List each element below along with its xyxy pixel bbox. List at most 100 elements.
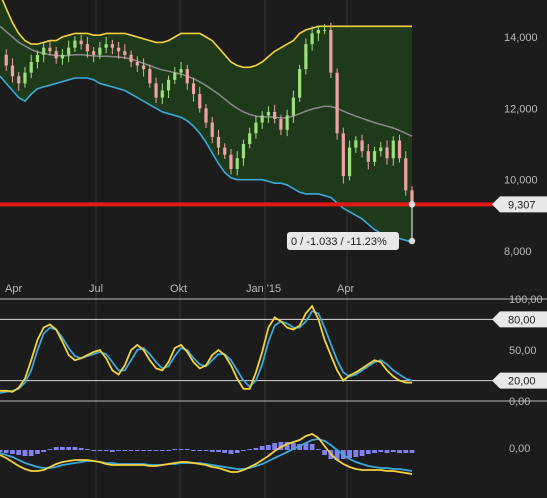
- price-tag-label: 9,307: [508, 199, 536, 211]
- candle-body: [48, 47, 52, 52]
- histogram-bar: [184, 449, 190, 450]
- histogram-bar: [103, 450, 109, 451]
- histogram-bar: [3, 450, 9, 453]
- candle-body: [404, 158, 408, 191]
- histogram-bar: [147, 450, 153, 451]
- stoch-tick-label: 0,00: [509, 396, 530, 408]
- candle-body: [223, 147, 227, 155]
- candle-body: [29, 61, 33, 73]
- candle-body: [42, 47, 46, 55]
- histogram-bar: [41, 450, 47, 452]
- candle-body: [279, 119, 283, 130]
- histogram-bar: [253, 448, 259, 450]
- histogram-bar: [84, 449, 90, 450]
- level-tag-label: 20,00: [508, 376, 536, 388]
- candle-body: [173, 72, 177, 80]
- histogram-bar: [209, 450, 215, 452]
- candle-body: [248, 133, 252, 144]
- candle-body: [191, 83, 196, 95]
- histogram-bar: [128, 450, 134, 451]
- histogram-bar: [309, 444, 315, 450]
- candle-body: [285, 115, 289, 130]
- histogram-bar: [247, 449, 253, 450]
- histogram-bar: [60, 447, 65, 450]
- candle-body: [210, 122, 214, 137]
- candle-body: [35, 54, 40, 62]
- candle-body: [216, 136, 221, 148]
- stoch-tick-label: 100,00: [509, 294, 543, 306]
- candle-body: [391, 140, 395, 159]
- candle-body: [298, 69, 302, 98]
- histogram-bar: [47, 449, 53, 450]
- time-tick-label: Jan '15: [246, 283, 281, 295]
- histogram-bar: [191, 450, 196, 451]
- candle-body: [160, 90, 164, 98]
- candle-body: [154, 83, 158, 98]
- candle-body: [198, 94, 202, 109]
- candle-body: [98, 47, 102, 55]
- histogram-bar: [66, 447, 72, 450]
- histogram-bar: [16, 450, 22, 455]
- time-tick-label: Apr: [5, 283, 22, 295]
- candle-body: [304, 44, 308, 70]
- histogram-bar: [403, 450, 409, 453]
- candle-body: [185, 69, 189, 84]
- histogram-bar: [315, 449, 321, 450]
- histogram-bar: [397, 450, 402, 453]
- histogram-bar: [365, 450, 371, 454]
- candle-body: [347, 147, 352, 177]
- histogram-bar: [122, 450, 128, 451]
- candle-body: [372, 151, 377, 162]
- histogram-bar: [153, 450, 159, 451]
- candle-body: [316, 29, 320, 34]
- candle-body: [310, 33, 314, 45]
- candle-body: [92, 51, 96, 55]
- candle-body: [4, 54, 8, 66]
- histogram-bar: [347, 450, 352, 458]
- stock-chart: 9,307 0 / -1.033 / -11.23% 14,000 12,000 10…: [0, 0, 547, 498]
- time-tick-label: Okt: [170, 283, 187, 295]
- histogram-bar: [10, 450, 15, 454]
- time-tick-label: Apr: [337, 283, 354, 295]
- candle-body: [354, 140, 358, 148]
- histogram-bar: [390, 450, 396, 452]
- candle-body: [141, 65, 146, 70]
- candle-body: [129, 54, 133, 62]
- candle-body: [360, 140, 364, 152]
- candle-body: [273, 111, 277, 120]
- histogram-bar: [197, 450, 203, 451]
- histogram-bar: [372, 450, 377, 453]
- candle-body: [117, 47, 121, 52]
- candle-body: [329, 29, 333, 73]
- measure-start-point: [408, 201, 416, 208]
- candle-body: [266, 111, 271, 116]
- candle-body: [241, 144, 246, 159]
- histogram-bar: [241, 450, 246, 451]
- candle-body: [260, 115, 264, 123]
- histogram-bar: [91, 450, 97, 451]
- candle-body: [104, 44, 108, 48]
- candle-body: [123, 51, 127, 55]
- histogram-bar: [22, 450, 28, 456]
- histogram-bar: [0, 450, 3, 452]
- candle-body: [397, 140, 402, 159]
- price-tick-label: 14,000: [504, 32, 538, 44]
- candle-body: [60, 54, 65, 59]
- histogram-bar: [141, 450, 146, 451]
- histogram-bar: [172, 449, 178, 450]
- candle-body: [10, 65, 15, 77]
- candle-body: [254, 122, 258, 134]
- histogram-bar: [234, 450, 240, 453]
- candle-body: [235, 158, 239, 169]
- candle-body: [229, 154, 233, 169]
- histogram-bar: [78, 448, 84, 450]
- histogram-bar: [109, 450, 115, 452]
- candle-body: [204, 108, 208, 123]
- measure-end-point: [408, 237, 416, 245]
- histogram-bar: [28, 450, 34, 456]
- histogram-bar: [359, 450, 365, 456]
- histogram-bar: [116, 450, 122, 451]
- price-tick-label: 8,000: [504, 246, 532, 258]
- histogram-bar: [97, 450, 103, 451]
- histogram-bar: [166, 450, 171, 451]
